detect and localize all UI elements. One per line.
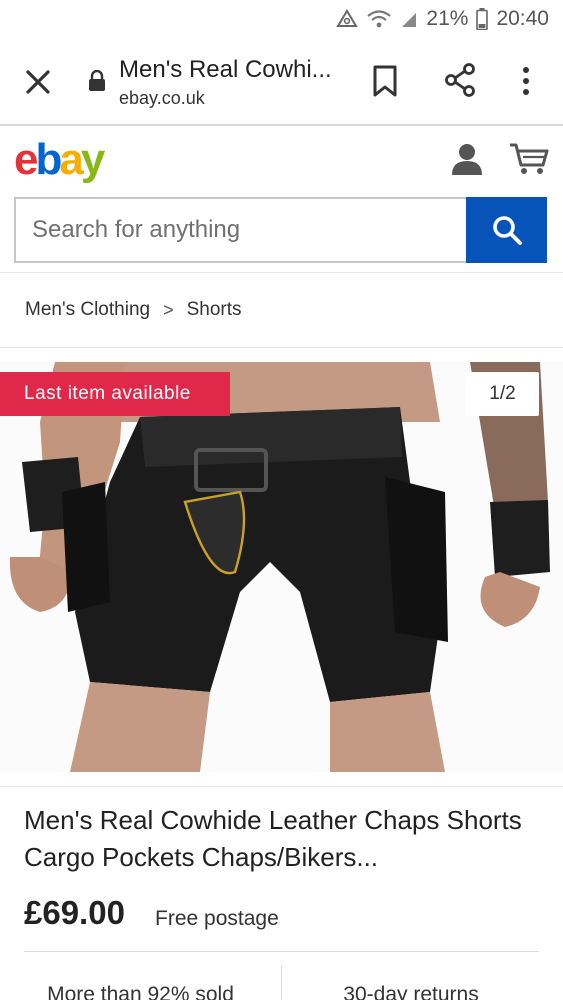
site-header: ebay xyxy=(0,128,563,190)
user-icon xyxy=(452,144,482,175)
breadcrumb-item-shorts[interactable]: Shorts xyxy=(187,299,242,321)
bookmark-button[interactable] xyxy=(370,64,400,98)
close-tab-button[interactable] xyxy=(22,66,54,98)
sold-stat: More than 92% sold xyxy=(47,983,234,1000)
breadcrumb-item-mens-clothing[interactable]: Men's Clothing xyxy=(25,299,150,321)
lock-icon xyxy=(88,69,106,92)
share-button[interactable] xyxy=(442,62,478,98)
search-input[interactable] xyxy=(32,216,452,244)
postage-info: Free postage xyxy=(155,907,279,930)
wifi-icon xyxy=(366,9,392,29)
page-domain: ebay.co.uk xyxy=(119,88,205,108)
last-item-badge: Last item available xyxy=(0,372,230,416)
cart-icon xyxy=(510,143,549,174)
account-button[interactable] xyxy=(450,142,484,176)
product-image[interactable] xyxy=(0,362,563,772)
product-photo xyxy=(0,362,563,772)
page-title: Men's Real Cowhi... xyxy=(119,56,332,83)
returns-stat: 30-day returns xyxy=(343,983,479,1000)
battery-percent: 21% xyxy=(426,7,469,30)
search-icon xyxy=(492,216,522,245)
product-price: £69.00 xyxy=(24,894,125,931)
image-pager: 1/2 xyxy=(466,372,539,416)
share-icon xyxy=(445,63,475,97)
search-field[interactable] xyxy=(14,197,467,263)
browser-toolbar: Men's Real Cowhi... ebay.co.uk xyxy=(0,38,563,126)
breadcrumb: Men's Clothing > Shorts xyxy=(0,272,563,348)
data-saver-icon xyxy=(336,9,359,29)
cart-button[interactable] xyxy=(508,142,550,176)
more-vert-icon xyxy=(523,67,529,95)
ebay-logo[interactable]: ebay xyxy=(14,138,105,182)
divider xyxy=(0,786,563,787)
close-icon xyxy=(26,70,50,94)
search-button[interactable] xyxy=(466,197,547,263)
product-title: Men's Real Cowhide Leather Chaps Shorts … xyxy=(24,805,522,872)
battery-icon xyxy=(476,8,489,30)
chevron-right-icon: > xyxy=(163,299,174,320)
more-options-button[interactable] xyxy=(516,64,536,98)
clock: 20:40 xyxy=(496,7,549,30)
divider xyxy=(24,951,539,952)
signal-icon xyxy=(400,9,418,29)
status-bar: 21% 20:40 xyxy=(0,0,563,38)
bookmark-icon xyxy=(373,65,397,97)
